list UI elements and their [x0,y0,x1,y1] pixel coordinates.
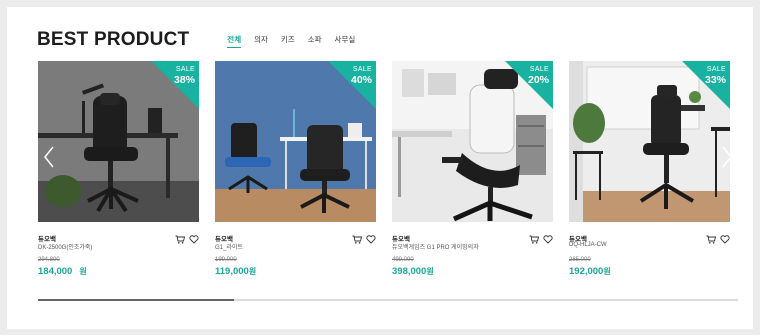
product-image[interactable]: SALE 33% [569,61,730,222]
sale-badge: SALE 38% [151,61,199,109]
cart-icon[interactable] [528,234,539,244]
product-model: DK-2500G(인조가죽) [38,245,93,251]
currency-label: 원 [426,267,434,276]
cart-icon[interactable] [705,234,716,244]
product-model: 듀오백게임즈 G1 PRO 게이밍의자 [392,245,479,251]
product-card[interactable]: SALE 33% 듀오백 DQ-HLJA-CW 285,000 192,000 … [569,61,730,282]
currency-label: 원 [603,267,611,276]
product-card[interactable]: SALE 38% 듀오백 DK-2500G(인조가죽) 294,800 184,… [38,61,199,282]
sale-badge: SALE 33% [682,61,730,109]
sale-price: 398,000 [392,266,427,277]
original-price: 294,800 [38,257,60,263]
currency-label: 원 [248,267,257,276]
product-model: DQ-HLJA-CW [569,242,607,248]
tab-sofa[interactable]: 소파 [308,34,322,48]
sale-price: 119,000 [215,266,249,277]
original-price: 499,000 [392,257,414,263]
currency-label: 원 [79,267,87,276]
chevron-right-icon[interactable] [720,145,734,169]
heart-icon[interactable] [542,234,553,244]
tab-kids[interactable]: 키즈 [281,34,295,48]
heart-icon[interactable] [188,234,199,244]
chevron-left-icon[interactable] [42,145,56,169]
sale-badge: SALE 40% [328,61,376,109]
product-image[interactable]: SALE 38% [38,61,199,222]
sale-price: 184,000 [38,266,73,277]
sale-badge: SALE 20% [505,61,553,109]
product-model: G1_라이트 [215,245,243,251]
tab-all[interactable]: 전체 [227,34,242,48]
best-product-panel: BEST PRODUCT 전체 의자 키즈 소파 사무실 SALE 38% 듀오… [7,7,753,329]
cart-icon[interactable] [351,234,362,244]
product-image[interactable]: SALE 20% [392,61,553,222]
tab-office[interactable]: 사무실 [335,34,356,48]
product-card[interactable]: SALE 20% 듀오백 듀오백게임즈 G1 PRO 게이밍의자 499,000 [392,61,553,282]
heart-icon[interactable] [719,234,730,244]
product-image[interactable]: SALE 40% [215,61,376,222]
section-title: BEST PRODUCT [37,29,190,50]
heart-icon[interactable] [365,234,376,244]
scrollbar-thumb[interactable] [38,299,234,301]
category-tabs: 전체 의자 키즈 소파 사무실 [227,34,368,48]
product-carousel: SALE 38% 듀오백 DK-2500G(인조가죽) 294,800 184,… [38,61,738,291]
original-price: 285,000 [569,257,591,263]
cart-icon[interactable] [174,234,185,244]
original-price: 199,000 [215,257,237,263]
product-card[interactable]: SALE 40% 듀오백 G1_라이트 199,000 119,000 원 [215,61,376,282]
section-header: BEST PRODUCT 전체 의자 키즈 소파 사무실 [37,29,368,51]
sale-price: 192,000 [569,266,604,277]
carousel-scrollbar[interactable] [38,299,738,301]
tab-chair[interactable]: 의자 [254,34,268,48]
